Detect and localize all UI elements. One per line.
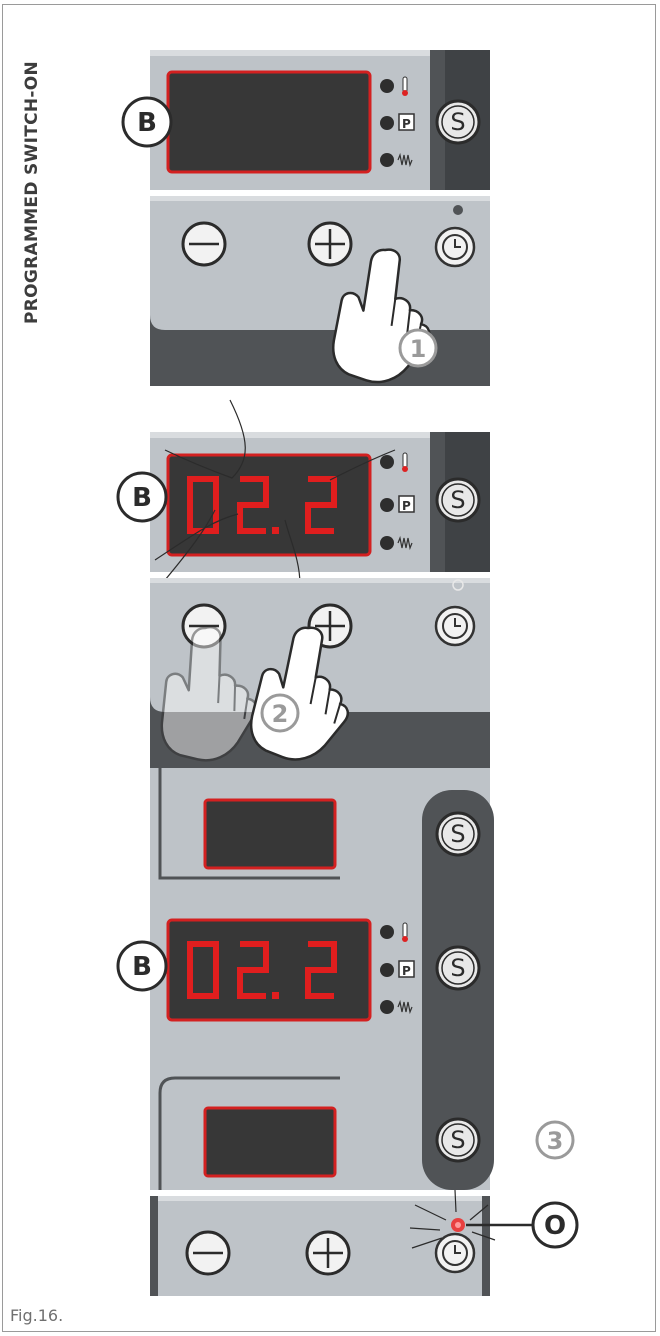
- status-led-thermometer: [380, 455, 394, 469]
- minus-button-3[interactable]: [185, 1230, 231, 1276]
- svg-text:B: B: [132, 952, 152, 982]
- svg-text:S: S: [450, 820, 465, 848]
- panel-1: P S B 1: [121, 50, 490, 400]
- svg-text:S: S: [450, 954, 465, 982]
- status-led-heating: [380, 153, 394, 167]
- svg-text:1: 1: [410, 335, 427, 363]
- timer-button-2[interactable]: [434, 605, 476, 647]
- display-screen-upper: [203, 798, 337, 870]
- status-led-program: [380, 116, 394, 130]
- svg-text:P: P: [402, 964, 411, 978]
- svg-text:P: P: [402, 117, 411, 131]
- display-screen-1: [166, 70, 372, 174]
- status-led-heating: [380, 1000, 394, 1014]
- plus-button-1[interactable]: [307, 221, 353, 267]
- svg-text:P: P: [402, 499, 411, 513]
- display-screen-lower: [203, 1106, 337, 1178]
- svg-text:O: O: [544, 1211, 566, 1241]
- status-led-heating: [380, 536, 394, 550]
- svg-text:3: 3: [547, 1127, 564, 1155]
- timer-button-1[interactable]: [434, 226, 476, 268]
- status-led-thermometer: [380, 925, 394, 939]
- svg-text:B: B: [137, 108, 157, 138]
- timer-led-1: [453, 205, 463, 215]
- svg-text:2: 2: [272, 700, 289, 728]
- select-button-label: S: [450, 108, 465, 136]
- minus-button-1[interactable]: [181, 221, 227, 267]
- panel-2: P S B 2: [116, 399, 490, 779]
- svg-text:S: S: [450, 1126, 465, 1154]
- svg-text:S: S: [450, 486, 465, 514]
- status-led-program: [380, 498, 394, 512]
- panel-3: S P S B S 3 O: [116, 768, 579, 1296]
- plus-button-3[interactable]: [305, 1230, 351, 1276]
- illustration: P S B 1 P S B 2 S P S B S 3 O: [116, 50, 579, 1296]
- svg-text:B: B: [132, 483, 152, 513]
- status-led-thermometer: [380, 79, 394, 93]
- manual-page: { "section_title": "PROGRAMMED SWITCH-ON…: [0, 0, 660, 1336]
- status-led-program: [380, 963, 394, 977]
- timer-button-3[interactable]: [434, 1232, 476, 1274]
